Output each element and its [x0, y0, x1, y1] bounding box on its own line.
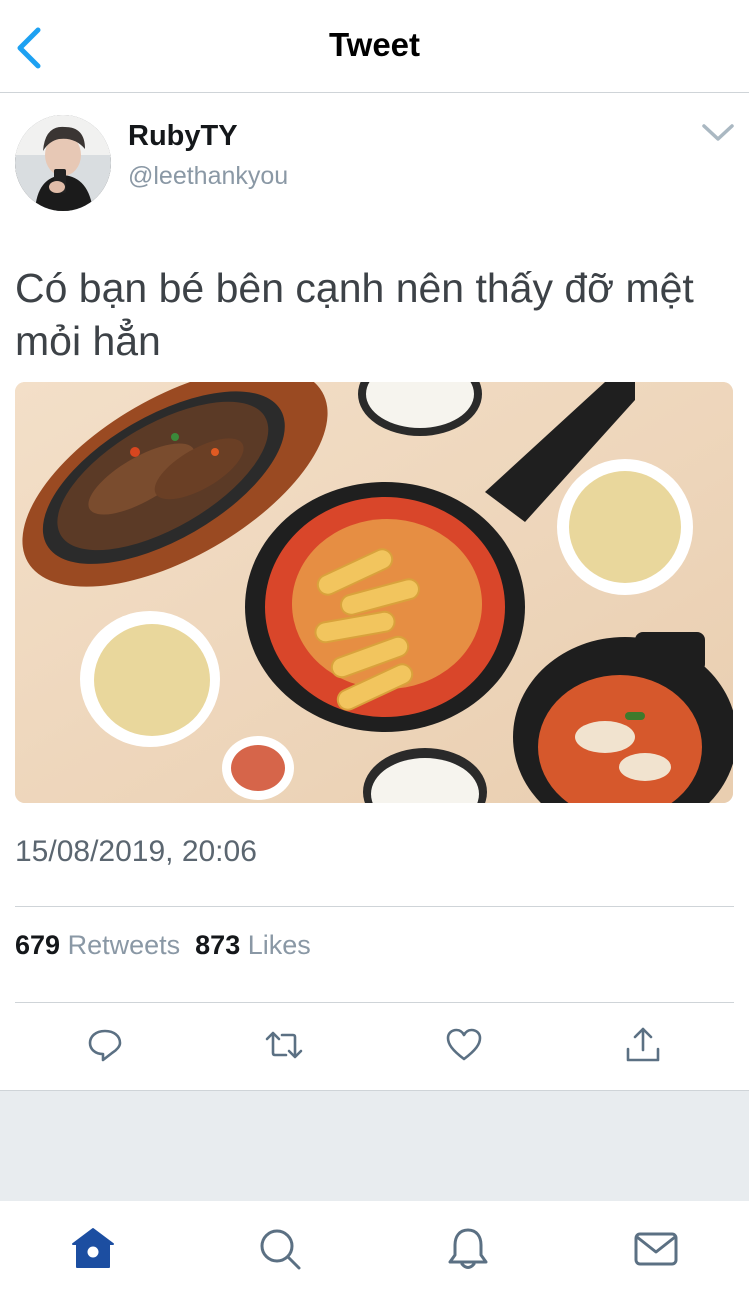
like-button[interactable] — [444, 1025, 484, 1065]
likes-stat[interactable]: 873 Likes — [195, 930, 311, 960]
tweet-stats: 679 Retweets 873 Likes — [15, 930, 311, 961]
tweet-menu-button[interactable] — [700, 120, 736, 144]
retweets-stat[interactable]: 679 Retweets — [15, 930, 180, 960]
divider — [15, 906, 734, 907]
notifications-icon — [448, 1228, 488, 1269]
share-button[interactable] — [623, 1025, 663, 1065]
tab-search[interactable] — [256, 1225, 304, 1273]
messages-icon — [634, 1232, 678, 1266]
tweet-photo[interactable] — [15, 382, 733, 803]
page-title: Tweet — [328, 26, 421, 63]
home-icon — [72, 1228, 114, 1268]
nav-bar: Tweet — [0, 0, 749, 93]
user-handle[interactable]: @leethankyou — [128, 162, 288, 191]
tab-bar — [0, 1201, 749, 1298]
reply-icon — [88, 1029, 122, 1062]
reply-button[interactable] — [85, 1025, 125, 1065]
likes-count: 873 — [195, 930, 241, 960]
tweet-timestamp: 15/08/2019, 20:06 — [15, 835, 257, 868]
share-icon — [626, 1027, 660, 1062]
avatar[interactable] — [15, 115, 111, 211]
display-name[interactable]: RubyTY — [128, 120, 238, 153]
likes-label: Likes — [247, 930, 311, 960]
retweets-label: Retweets — [67, 930, 181, 960]
search-icon — [260, 1229, 301, 1270]
retweets-count: 679 — [15, 930, 61, 960]
tab-home[interactable] — [69, 1225, 117, 1273]
like-icon — [446, 1028, 482, 1061]
retweet-button[interactable] — [264, 1025, 304, 1065]
chevron-down-icon — [702, 124, 734, 141]
tab-messages[interactable] — [632, 1225, 680, 1273]
empty-area — [0, 1090, 749, 1202]
tweet-actions — [0, 1003, 749, 1089]
tweet-text: Có bạn bé bên cạnh nên thấy đỡ mệt mỏi h… — [15, 265, 694, 364]
tab-notifications[interactable] — [444, 1225, 492, 1273]
retweet-icon — [265, 1031, 303, 1059]
